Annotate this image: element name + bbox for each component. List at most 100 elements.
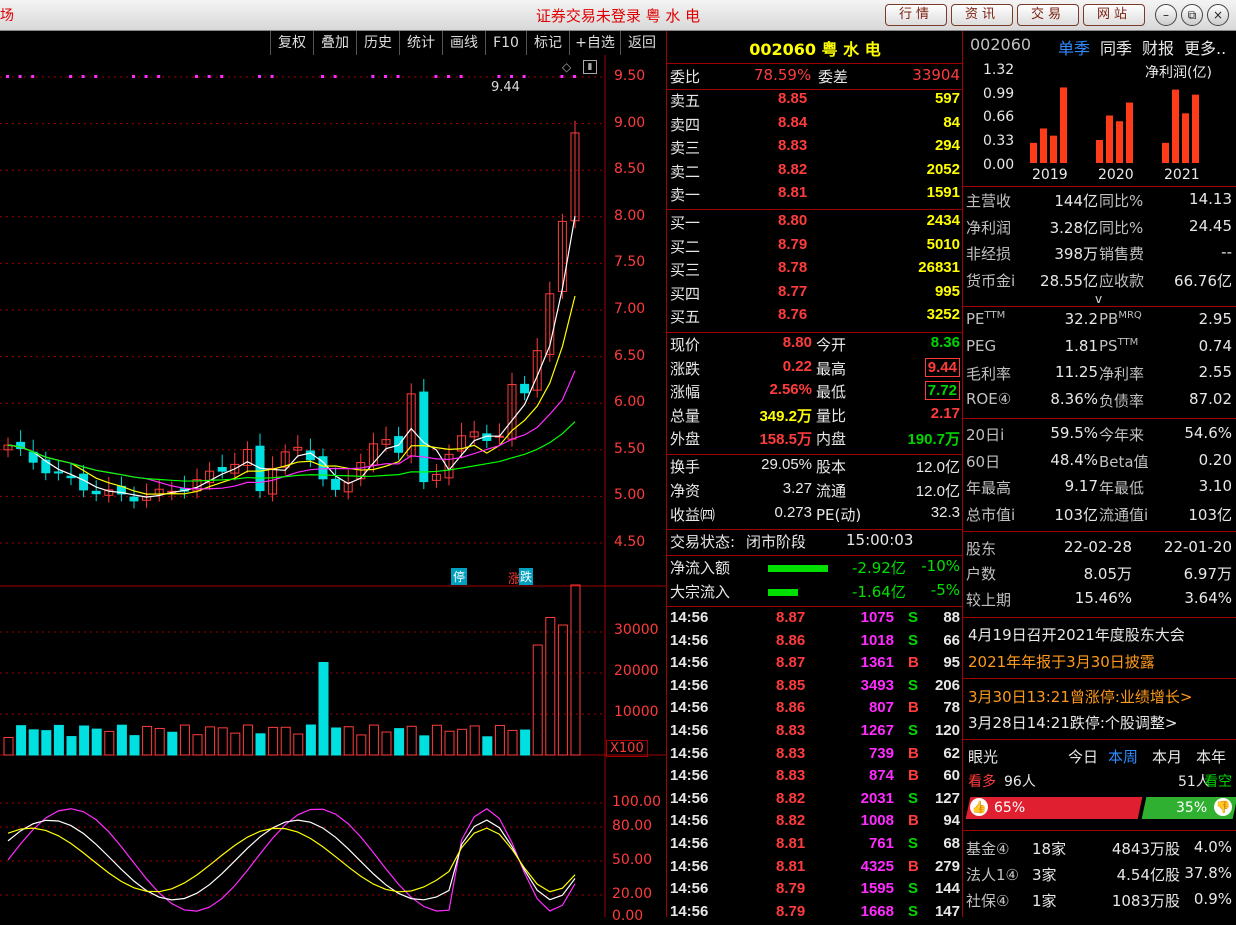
sell-row-1[interactable]: 卖一 8.81 1591 bbox=[668, 184, 962, 207]
volume-bar bbox=[570, 584, 581, 756]
diamond-icon[interactable]: ◇ bbox=[562, 60, 571, 74]
stat-label: 净资 bbox=[670, 482, 701, 500]
tool-mark-button[interactable]: 标记 bbox=[526, 31, 569, 55]
buy-row-3[interactable]: 买三 8.78 26831 bbox=[668, 259, 962, 282]
table-row[interactable]: 14:56 8.83 874 B 60 bbox=[668, 767, 962, 790]
table-row[interactable]: 14:56 8.81 4325 B 279 bbox=[668, 858, 962, 881]
table-row[interactable]: 14:56 8.83 739 B 62 bbox=[668, 745, 962, 768]
quote-button[interactable]: 行情 bbox=[885, 4, 947, 26]
volume-bar bbox=[129, 735, 140, 756]
tab-same-quarter[interactable]: 同季 bbox=[1100, 35, 1132, 59]
order-price: 8.84 bbox=[778, 113, 808, 131]
sell-row-2[interactable]: 卖二 8.82 2052 bbox=[668, 161, 962, 184]
tab-quarter[interactable]: 单季 bbox=[1058, 35, 1090, 59]
valuation-label-text: 毛利率 bbox=[966, 365, 1012, 383]
valuation-label: PBMRQ bbox=[1099, 310, 1142, 328]
tool-f10-button[interactable]: F10 bbox=[485, 31, 526, 55]
volume-bar bbox=[494, 724, 505, 756]
candle-body bbox=[53, 471, 63, 474]
tab-more[interactable]: 更多.. bbox=[1184, 35, 1226, 59]
ma20-line bbox=[7, 370, 576, 490]
kline-chart[interactable] bbox=[0, 55, 666, 917]
order-price: 8.79 bbox=[778, 235, 808, 253]
buy-row-4[interactable]: 买四 8.77 995 bbox=[668, 283, 962, 306]
table-row[interactable]: 14:56 8.83 1267 S 120 bbox=[668, 722, 962, 745]
table-row[interactable]: 14:56 8.79 1595 S 144 bbox=[668, 880, 962, 903]
holders-label: 户数 bbox=[966, 565, 997, 583]
tool-adjust-button[interactable]: 复权 bbox=[270, 31, 313, 55]
order-volume: 84 bbox=[943, 113, 960, 131]
panel-toggle-icon[interactable]: ▮ bbox=[583, 60, 597, 74]
candle-body bbox=[520, 383, 530, 394]
sell-row-3[interactable]: 卖三 8.83 294 bbox=[668, 137, 962, 160]
tick-price: 8.87 bbox=[776, 654, 806, 672]
sell-row-4[interactable]: 卖四 8.84 84 bbox=[668, 114, 962, 137]
tick-side: S bbox=[908, 609, 919, 626]
table-row[interactable]: 14:56 8.81 761 S 68 bbox=[668, 835, 962, 858]
signal-dot bbox=[573, 75, 576, 78]
tool-overlay-button[interactable]: 叠加 bbox=[313, 31, 356, 55]
close-icon[interactable]: × bbox=[1207, 4, 1229, 26]
tool-history-button[interactable]: 历史 bbox=[356, 31, 399, 55]
table-row[interactable]: 14:56 8.87 1361 B 95 bbox=[668, 654, 962, 677]
sentiment-tab[interactable]: 本周 bbox=[1108, 746, 1138, 767]
expand-icon[interactable]: v bbox=[1095, 292, 1102, 306]
news-item[interactable]: 4月19日召开2021年度股东大会 bbox=[968, 624, 1185, 645]
volume-bar bbox=[318, 662, 329, 756]
sell-row-5[interactable]: 卖五 8.85 597 bbox=[668, 90, 962, 113]
valuation-label-text: PEG bbox=[966, 336, 997, 355]
buy-row-5[interactable]: 买五 8.76 3252 bbox=[668, 306, 962, 329]
table-row[interactable]: 14:56 8.82 2031 S 127 bbox=[668, 790, 962, 813]
tick-time: 14:56 bbox=[670, 631, 709, 649]
tick-price: 8.79 bbox=[776, 902, 806, 920]
stat-label: 流通 bbox=[816, 482, 847, 500]
profit-bar bbox=[1030, 142, 1037, 163]
tick-time: 14:56 bbox=[670, 767, 709, 785]
buy-row-1[interactable]: 买一 8.80 2434 bbox=[668, 212, 962, 235]
sentiment-tab[interactable]: 本年 bbox=[1196, 746, 1226, 767]
signal-dot bbox=[447, 75, 450, 78]
table-row[interactable]: 14:56 8.79 1668 S 147 bbox=[668, 903, 962, 925]
website-button[interactable]: 网站 bbox=[1083, 4, 1145, 26]
candle-body bbox=[91, 490, 101, 495]
table-row[interactable]: 14:56 8.86 1018 S 66 bbox=[668, 632, 962, 655]
table-row[interactable]: 14:56 8.87 1075 S 88 bbox=[668, 609, 962, 632]
sentiment-tab[interactable]: 本月 bbox=[1152, 746, 1182, 767]
valuation-label-text: ROE④ bbox=[966, 389, 1012, 408]
performance-value: 59.5% bbox=[1050, 424, 1098, 442]
trade-button[interactable]: 交易 bbox=[1017, 4, 1079, 26]
stat-value: 12.0亿 bbox=[915, 459, 960, 476]
tick-time: 14:56 bbox=[670, 812, 709, 830]
signal-dot bbox=[220, 75, 224, 78]
indicator-tick-label: 20.00 bbox=[612, 886, 653, 902]
table-row[interactable]: 14:56 8.82 1008 B 94 bbox=[668, 812, 962, 835]
weicha-label: 委差 bbox=[818, 68, 849, 86]
news-item[interactable]: 3月30日13:21曾涨停:业绩增长> bbox=[968, 686, 1192, 707]
profit-bar bbox=[1050, 135, 1057, 163]
order-price: 8.77 bbox=[778, 282, 808, 300]
tick-side: S bbox=[908, 880, 919, 898]
performance-value: 9.17 bbox=[1064, 477, 1098, 495]
order-volume: 995 bbox=[934, 282, 960, 300]
news-item[interactable]: 3月28日14:21跌停:个股调整> bbox=[968, 712, 1177, 733]
price-tick-label: 4.50 bbox=[614, 534, 646, 550]
minimize-icon[interactable]: – bbox=[1155, 4, 1177, 26]
news-button[interactable]: 资讯 bbox=[951, 4, 1013, 26]
tool-stats-button[interactable]: 统计 bbox=[399, 31, 442, 55]
high-price-label: 9.44 bbox=[491, 80, 520, 95]
order-label: 买一 bbox=[670, 214, 701, 232]
table-row[interactable]: 14:56 8.86 807 B 78 bbox=[668, 699, 962, 722]
valuation-label-text: 净利率 bbox=[1099, 365, 1145, 383]
tab-report[interactable]: 财报 bbox=[1142, 35, 1174, 59]
tool-draw-button[interactable]: 画线 bbox=[442, 31, 485, 55]
buy-row-2[interactable]: 买二 8.79 5010 bbox=[668, 236, 962, 259]
table-row[interactable]: 14:56 8.85 3493 S 206 bbox=[668, 677, 962, 700]
tool-watchlist-button[interactable]: +自选 bbox=[569, 31, 620, 55]
volume-bar bbox=[293, 733, 304, 756]
restore-icon[interactable]: ⧉ bbox=[1181, 4, 1203, 26]
tool-back-button[interactable]: 返回 bbox=[620, 31, 663, 55]
sentiment-tab[interactable]: 今日 bbox=[1068, 746, 1098, 767]
stat-row: 收益㈣ 0.273 PE(动) 32.3 bbox=[668, 504, 962, 527]
news-item[interactable]: 2021年年报于3月30日披露 bbox=[968, 651, 1155, 672]
weibi-label: 委比 bbox=[670, 68, 701, 86]
